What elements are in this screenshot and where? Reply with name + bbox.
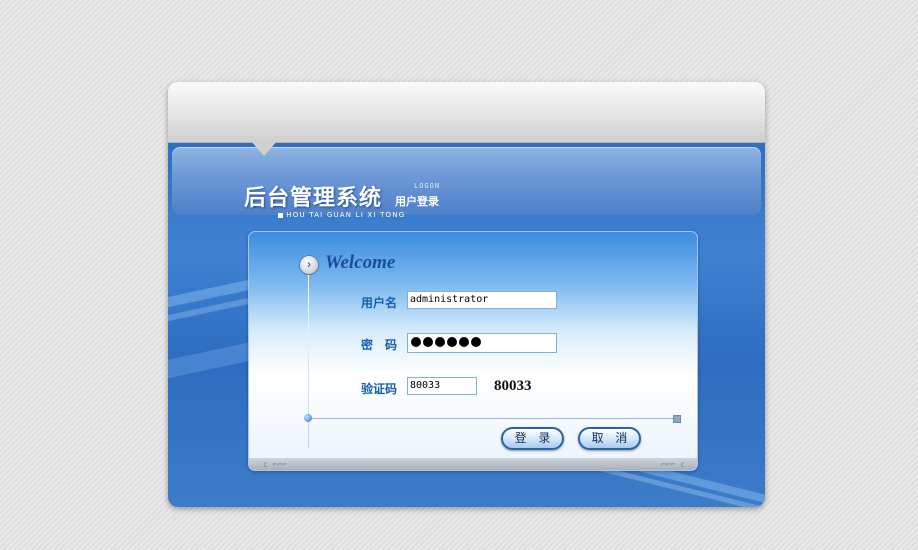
login-card: › Welcome 用户名 密 码 验证码 80033 登 录 取 消 c ⌐⌐… [248, 231, 698, 471]
divider-dot-icon [304, 414, 312, 422]
captcha-label: 验证码 [361, 382, 398, 396]
logon-tag: LOGON [414, 182, 441, 190]
password-label: 密 码 [361, 338, 398, 352]
footer-marks-left: c ⌐⌐⌐ [263, 460, 288, 469]
username-input[interactable] [407, 291, 557, 309]
welcome-heading: Welcome [325, 252, 396, 273]
username-label: 用户名 [361, 296, 398, 310]
chevron-right-circle-icon: › [299, 255, 319, 275]
card-footer-bar: c ⌐⌐⌐ ⌐⌐⌐ c [249, 458, 697, 470]
login-panel: 后台管理系统 LOGON 用户登录 HOU TAI GUAN LI XI TON… [168, 82, 765, 507]
login-subtitle: 用户登录 [395, 195, 439, 208]
panel-body: 后台管理系统 LOGON 用户登录 HOU TAI GUAN LI XI TON… [168, 143, 765, 507]
password-input[interactable] [407, 333, 557, 353]
panel-notch [250, 140, 278, 156]
panel-top-bar [168, 82, 765, 143]
cancel-button[interactable]: 取 消 [578, 427, 641, 450]
login-button[interactable]: 登 录 [501, 427, 564, 450]
system-title: 后台管理系统 [244, 186, 383, 211]
divider-horizontal [307, 418, 679, 419]
divider-square-icon [673, 415, 681, 423]
captcha-code: 80033 [494, 378, 532, 394]
captcha-input[interactable] [407, 377, 477, 395]
header-band: 后台管理系统 LOGON 用户登录 HOU TAI GUAN LI XI TON… [172, 147, 761, 219]
footer-marks-right: ⌐⌐⌐ c [660, 460, 685, 469]
system-title-pinyin: HOU TAI GUAN LI XI TONG [286, 211, 406, 219]
password-mask [411, 337, 481, 347]
